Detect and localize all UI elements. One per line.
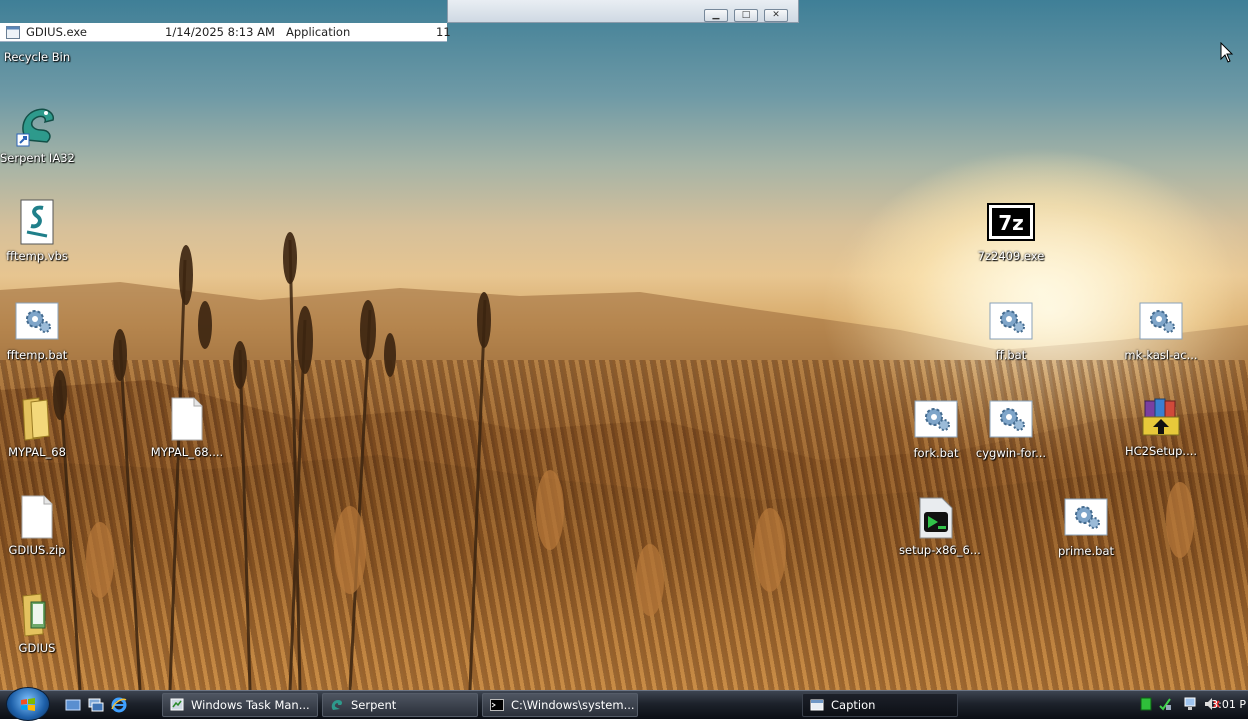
switch-windows-icon[interactable] bbox=[88, 697, 104, 713]
close-button[interactable]: ✕ bbox=[764, 9, 788, 22]
batch-gear-icon bbox=[989, 400, 1033, 438]
file-size: 11 bbox=[436, 25, 451, 39]
fork-bat-label: fork.bat bbox=[913, 446, 959, 460]
mypal-folder[interactable]: MYPAL_68 bbox=[0, 394, 74, 459]
mypal-folder-label: MYPAL_68 bbox=[8, 445, 66, 459]
exe-file-icon bbox=[6, 26, 20, 39]
taskbar-caption[interactable]: Caption bbox=[802, 693, 958, 717]
file-type: Application bbox=[286, 25, 351, 39]
hc2setup-installer[interactable]: HC2Setup.... bbox=[1124, 393, 1198, 458]
serpent-dragon-icon bbox=[16, 108, 55, 147]
cygwin-file[interactable]: cygwin-for... bbox=[974, 395, 1048, 460]
batch-gear-icon bbox=[1064, 498, 1108, 536]
show-desktop-icon[interactable] bbox=[65, 697, 81, 713]
fftemp-bat-label: fftemp.bat bbox=[6, 348, 68, 362]
desktop-wallpaper: Recycle Bin Serpent IA32 fftemp.vbs ffte… bbox=[0, 0, 1248, 690]
mk-kasl-label: mk-kasl-ac... bbox=[1124, 348, 1198, 362]
taskbar-command-prompt[interactable]: C:\Windows\system... bbox=[482, 693, 638, 717]
ff-bat-label: ff.bat bbox=[995, 348, 1027, 362]
computer-network-icon[interactable] bbox=[1184, 697, 1198, 711]
taskbar-clock[interactable]: 3:01 P bbox=[1211, 698, 1246, 711]
network-icon[interactable] bbox=[1158, 697, 1172, 711]
taskbar-task-manager[interactable]: Windows Task Man... bbox=[162, 693, 318, 717]
fftemp-vbs-label: fftemp.vbs bbox=[6, 249, 68, 263]
window-titlebar-fragment[interactable]: ▁ □ ✕ bbox=[447, 0, 799, 23]
taskbar: Windows Task Man... Serpent C:\Windows\s… bbox=[0, 687, 1248, 721]
file-list-row[interactable]: GDIUS.exe 1/14/2025 8:13 AM Application … bbox=[0, 23, 451, 42]
gdius-folder-label: GDIUS bbox=[18, 641, 56, 655]
minimize-button[interactable]: ▁ bbox=[704, 9, 728, 22]
serpent-label: Serpent bbox=[351, 698, 397, 712]
cygwin-label: cygwin-for... bbox=[975, 446, 1047, 460]
mypal-file[interactable]: MYPAL_68.... bbox=[150, 394, 224, 459]
taskbar-serpent[interactable]: Serpent bbox=[322, 693, 478, 717]
prime-bat-file[interactable]: prime.bat bbox=[1049, 493, 1123, 558]
vbs-script-icon bbox=[20, 199, 54, 245]
tray-green-app-icon[interactable] bbox=[1140, 697, 1152, 711]
batch-gear-icon bbox=[1139, 302, 1183, 340]
fork-bat-file[interactable]: fork.bat bbox=[899, 395, 973, 460]
folder-icon bbox=[22, 593, 46, 637]
serpent-ia32-label: Serpent IA32 bbox=[0, 151, 75, 165]
gdius-zip-label: GDIUS.zip bbox=[8, 543, 66, 557]
file-date: 1/14/2025 8:13 AM bbox=[165, 25, 275, 39]
ff-bat-file[interactable]: ff.bat bbox=[974, 297, 1048, 362]
fftemp-bat-file[interactable]: fftemp.bat bbox=[0, 297, 74, 362]
folder-icon bbox=[22, 397, 50, 441]
maximize-button[interactable]: □ bbox=[734, 9, 758, 22]
mk-kasl-file[interactable]: mk-kasl-ac... bbox=[1124, 297, 1198, 362]
sevenzip-installer[interactable]: 7z 7z2409.exe bbox=[974, 198, 1048, 263]
command-prompt-icon bbox=[490, 699, 504, 711]
command-prompt-label: C:\Windows\system... bbox=[511, 698, 635, 712]
serpent-ia32-shortcut[interactable]: Serpent IA32 bbox=[0, 100, 75, 165]
cygwin-setup-icon bbox=[919, 497, 953, 539]
sevenzip-label: 7z2409.exe bbox=[977, 249, 1045, 263]
explorer-window-residue bbox=[0, 0, 447, 23]
gdius-zip-file[interactable]: GDIUS.zip bbox=[0, 492, 74, 557]
batch-gear-icon bbox=[914, 400, 958, 438]
zip-file-icon bbox=[21, 495, 53, 539]
prime-bat-label: prime.bat bbox=[1057, 544, 1114, 558]
serpent-icon bbox=[331, 700, 342, 710]
caption-window-icon bbox=[810, 699, 824, 711]
start-button[interactable] bbox=[6, 687, 50, 721]
winrar-installer-icon bbox=[1142, 398, 1180, 436]
svg-text:7z: 7z bbox=[998, 211, 1024, 235]
task-manager-label: Windows Task Man... bbox=[191, 698, 310, 712]
mouse-cursor-icon bbox=[1220, 42, 1234, 63]
recycle-bin-label: Recycle Bin bbox=[3, 50, 71, 64]
file-name: GDIUS.exe bbox=[26, 25, 87, 39]
setup-x86-label: setup-x86_6... bbox=[899, 543, 981, 557]
fftemp-vbs-file[interactable]: fftemp.vbs bbox=[0, 198, 74, 263]
recycle-bin-icon-item[interactable]: Recycle Bin bbox=[0, 47, 74, 64]
internet-explorer-icon[interactable] bbox=[111, 697, 127, 713]
system-tray: 3:01 P bbox=[1128, 693, 1248, 717]
task-manager-icon bbox=[170, 698, 184, 711]
blank-file-icon bbox=[171, 397, 203, 441]
batch-gear-icon bbox=[15, 302, 59, 340]
windows-logo-icon bbox=[21, 698, 35, 711]
gdius-folder[interactable]: GDIUS bbox=[0, 590, 74, 655]
setup-x86-installer[interactable]: setup-x86_6... bbox=[899, 492, 981, 557]
batch-gear-icon bbox=[989, 302, 1033, 340]
mypal-file-label: MYPAL_68.... bbox=[150, 445, 224, 459]
hc2setup-label: HC2Setup.... bbox=[1124, 444, 1198, 458]
caption-label: Caption bbox=[831, 698, 876, 712]
7z-icon: 7z bbox=[987, 203, 1035, 241]
